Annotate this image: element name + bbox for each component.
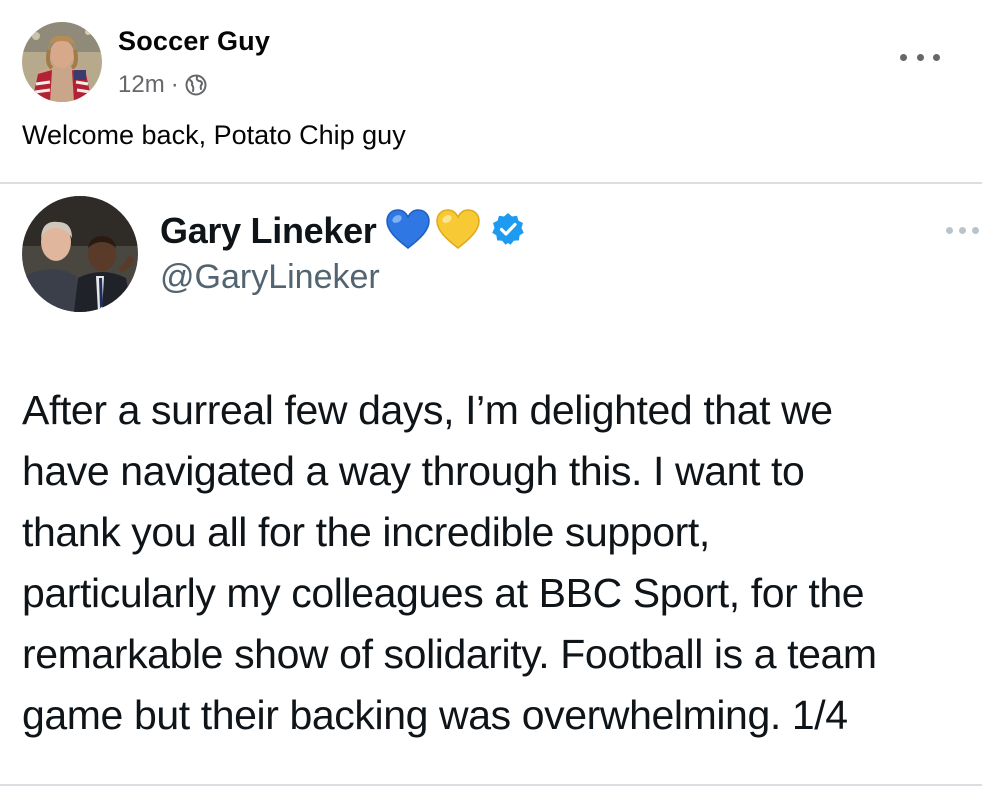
tweet-text-line: remarkable show of solidarity. Football …	[22, 631, 877, 677]
globe-icon[interactable]	[185, 74, 207, 96]
author-name[interactable]: Soccer Guy	[118, 26, 270, 57]
dot	[972, 226, 979, 234]
tweet-text-line: have navigated a way through this. I wan…	[22, 448, 805, 494]
post-divider	[0, 182, 982, 184]
post-caption: Welcome back, Potato Chip guy	[22, 120, 406, 150]
yellow-heart-icon	[435, 208, 481, 255]
dot	[933, 53, 940, 61]
post-meta: 12m ·	[118, 70, 207, 100]
tweet-text-line: After a surreal few days, I’m delighted …	[22, 387, 833, 433]
author-avatar[interactable]	[22, 22, 102, 102]
tweet-author-row: Gary Lineker	[160, 205, 525, 257]
dot	[946, 226, 953, 234]
tweet-author-avatar[interactable]	[22, 196, 138, 312]
meta-separator: ·	[170, 71, 179, 98]
tweet-text-line: game but their backing was overwhelming.…	[22, 692, 848, 738]
dot	[916, 53, 924, 61]
dot	[959, 226, 966, 234]
tweet-display-name[interactable]: Gary Lineker	[160, 210, 377, 252]
tweet-text-line: particularly my colleagues at BBC Sport,…	[22, 570, 865, 616]
tweet-handle[interactable]: @GaryLineker	[160, 258, 380, 297]
more-options-icon[interactable]	[900, 44, 940, 70]
more-options-icon[interactable]	[946, 222, 982, 238]
dot	[900, 53, 907, 61]
tweet-text: After a surreal few days, I’m delighted …	[22, 380, 982, 746]
post-timestamp[interactable]: 12m	[118, 71, 165, 99]
verified-badge-icon	[491, 212, 525, 251]
bottom-divider	[0, 784, 982, 786]
tweet-text-line: thank you all for the incredible support…	[22, 509, 710, 555]
blue-heart-icon	[385, 208, 431, 255]
